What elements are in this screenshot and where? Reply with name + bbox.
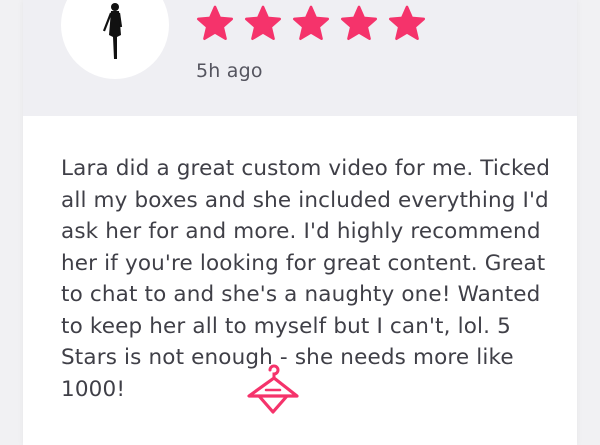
avatar[interactable] [61, 0, 169, 79]
star-icon [389, 5, 425, 41]
review-text: Lara did a great custom video for me. Ti… [61, 156, 551, 402]
star-rating [195, 4, 427, 44]
watermark-logo-icon [548, 378, 600, 438]
review-header: 5h ago [23, 0, 577, 116]
female-figure-icon [102, 3, 123, 59]
star-icon [341, 5, 377, 41]
review-time: 5h ago [196, 60, 263, 82]
hanger-logo-icon [247, 364, 299, 414]
star-icon [245, 5, 281, 41]
star-icon [293, 5, 329, 41]
star-icon [197, 5, 234, 41]
